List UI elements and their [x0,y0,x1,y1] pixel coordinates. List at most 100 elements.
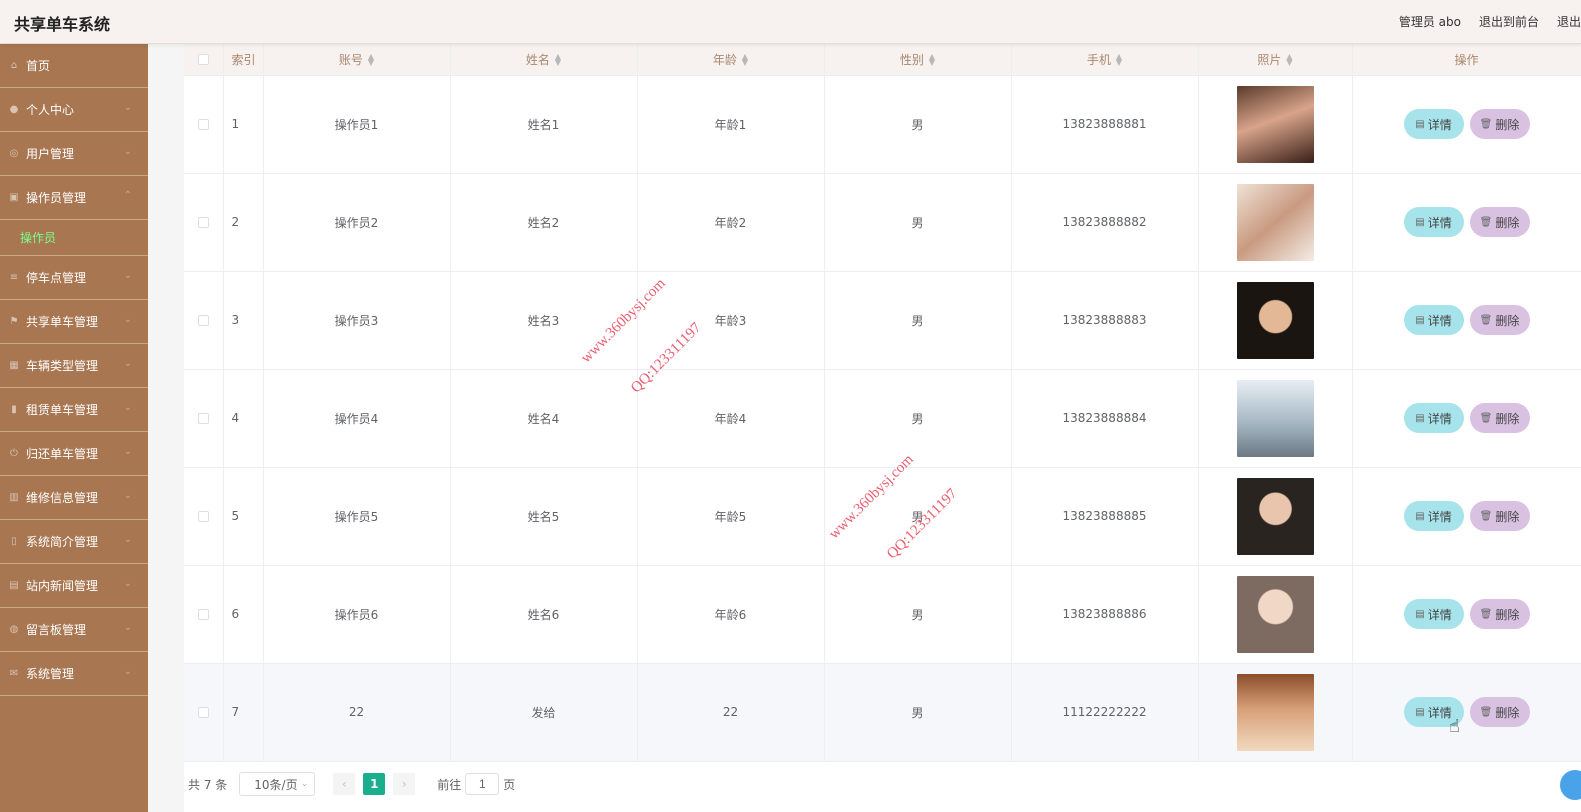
sort-icon: ▲ ▼ [1286,52,1293,68]
detail-button-label: 详情 [1427,313,1452,328]
cell-age: 年龄1 [637,75,825,174]
logout-link[interactable]: 退出 [1557,13,1581,30]
row-checkbox[interactable] [197,217,209,228]
column-header-age[interactable]: 年龄 ▲ ▼ [637,44,825,76]
column-header-label: 照片 [1257,52,1282,67]
cell-phone: 11122222222 [1011,663,1199,762]
sidebar-item-system-intro-management[interactable]: ▯ 系统简介管理 ⌄ [0,520,148,564]
column-header-phone[interactable]: 手机 ▲ ▼ [1011,44,1199,76]
sort-icon: ▲ ▼ [554,52,562,68]
sidebar-item-label: 站内新闻管理 [26,579,99,593]
detail-button[interactable]: ▤ 详情 [1403,501,1464,531]
column-header-label: 年龄 [712,52,737,67]
column-header-name[interactable]: 姓名 ▲ ▼ [450,44,638,76]
row-select-cell [184,565,224,664]
trash-icon: 🗑 [1479,118,1493,130]
cell-photo [1198,467,1353,566]
detail-button[interactable]: ▤ 详情 [1403,109,1464,139]
table-row: 3 操作员3 姓名3 年龄3 男 13823888883 ▤ 详情 🗑 删除 [184,271,1581,370]
goto-page: 前往 页 [437,773,515,795]
delete-button[interactable]: 🗑 删除 [1469,207,1530,237]
row-checkbox[interactable] [197,315,209,326]
chevron-down-icon: ⌄ [123,270,132,281]
detail-button-label: 详情 [1427,607,1452,622]
select-all-checkbox[interactable] [197,54,209,66]
chevron-down-icon: ⌄ [123,314,132,325]
next-page-button[interactable]: › [393,773,416,795]
page-number-current[interactable]: 1 [363,773,386,795]
detail-button[interactable]: ▤ 详情 [1403,305,1464,335]
row-checkbox[interactable] [197,707,209,718]
detail-button[interactable]: ▤ 详情 [1403,207,1464,237]
sidebar-item-operator-management[interactable]: ▣ 操作员管理 ⌃ [0,176,148,220]
detail-button[interactable]: ▤ 详情 [1403,403,1464,433]
prev-page-button[interactable]: ‹ [333,773,356,795]
delete-button[interactable]: 🗑 删除 [1469,599,1530,629]
detail-button-label: 详情 [1427,509,1452,524]
cell-actions: ▤ 详情 🗑 删除 [1352,75,1581,174]
delete-button-label: 删除 [1495,509,1520,524]
sidebar-item-label: 用户管理 [26,147,75,161]
sidebar-item-parking-management[interactable]: ≡ 停车点管理 ⌄ [0,256,148,300]
grid-icon: ▦ [9,360,19,371]
row-checkbox[interactable] [197,119,209,130]
table-header-row: 索引 账号 ▲ ▼ 姓名 ▲ ▼ 年龄 ▲ ▼ 性别 ▲ ▼ 手机 ▲ ▼ 照片 ▲ ▼ 操作 [184,44,1581,76]
sidebar-item-system-management[interactable]: ✉ 系统管理 ⌄ [0,652,148,696]
cell-actions: ▤ 详情 🗑 删除 [1352,663,1581,762]
sidebar-item-label: 操作员管理 [26,191,87,205]
cell-photo [1198,173,1353,272]
trash-icon: 🗑 [1479,608,1493,620]
sidebar-item-bike-management[interactable]: ⚑ 共享单车管理 ⌄ [0,300,148,344]
detail-button-label: 详情 [1427,411,1452,426]
row-checkbox[interactable] [197,609,209,620]
stats-icon: ▥ [9,492,19,503]
row-checkbox[interactable] [197,511,209,522]
sidebar-item-label: 首页 [26,59,51,73]
hand-cursor-icon: ☝ [1449,716,1460,737]
document-icon: ▤ [1415,412,1425,424]
sidebar-item-vehicle-type-management[interactable]: ▦ 车辆类型管理 ⌄ [0,344,148,388]
sidebar-item-news-management[interactable]: ▤ 站内新闻管理 ⌄ [0,564,148,608]
delete-button[interactable]: 🗑 删除 [1469,305,1530,335]
sidebar-subitem-operator[interactable]: 操作员 [0,220,148,256]
operator-icon: ▣ [9,192,19,203]
delete-button[interactable]: 🗑 删除 [1469,697,1530,727]
main-content: 索引 账号 ▲ ▼ 姓名 ▲ ▼ 年龄 ▲ ▼ 性别 ▲ ▼ 手机 ▲ ▼ 照片 ▲ ▼ 操作 1 操作… [184,44,1581,812]
pagination-total: 共 7 条 [188,777,228,792]
sidebar-item-rental-management[interactable]: ▮ 租赁单车管理 ⌄ [0,388,148,432]
row-checkbox[interactable] [197,413,209,424]
column-header-gender[interactable]: 性别 ▲ ▼ [824,44,1012,76]
goto-page-input[interactable] [465,773,500,795]
column-header-photo[interactable]: 照片 ▲ ▼ [1198,44,1353,76]
sidebar-item-repair-management[interactable]: ▥ 维修信息管理 ⌄ [0,476,148,520]
cell-account: 操作员4 [263,369,451,468]
phone-icon: ▯ [11,536,17,547]
detail-button[interactable]: ▤ 详情 [1403,599,1464,629]
operator-photo [1236,477,1314,555]
operator-photo [1236,85,1314,163]
delete-button[interactable]: 🗑 删除 [1469,403,1530,433]
delete-button[interactable]: 🗑 删除 [1469,501,1530,531]
exit-front-link[interactable]: 退出到前台 [1479,13,1539,30]
sidebar-item-message-board-management[interactable]: ◍ 留言板管理 ⌄ [0,608,148,652]
page-size-select[interactable]: 10条/页 ⌄ [239,772,316,796]
select-all-cell [184,44,224,76]
column-header-account[interactable]: 账号 ▲ ▼ [263,44,451,76]
sidebar-item-home[interactable]: ⌂ 首页 [0,44,148,88]
chevron-down-icon: ⌄ [123,534,132,545]
pagination: 共 7 条 10条/页⌄ ‹ 1 › 前往 页 [188,770,515,798]
cell-account: 操作员1 [263,75,451,174]
operator-table: 索引 账号 ▲ ▼ 姓名 ▲ ▼ 年龄 ▲ ▼ 性别 ▲ ▼ 手机 ▲ ▼ 照片 ▲ ▼ 操作 1 操作… [184,44,1581,762]
sidebar-item-user-management[interactable]: ◎ 用户管理 ⌄ [0,132,148,176]
operator-photo [1236,673,1314,751]
news-icon: ▤ [9,580,19,591]
sidebar-item-personal-center[interactable]: ● 个人中心 ⌄ [0,88,148,132]
document-icon: ▤ [1415,510,1425,522]
cell-age: 22 [637,663,825,762]
sidebar-item-return-management[interactable]: ⏻ 归还单车管理 ⌄ [0,432,148,476]
table-row: 2 操作员2 姓名2 年龄2 男 13823888882 ▤ 详情 🗑 删除 [184,173,1581,272]
delete-button[interactable]: 🗑 删除 [1469,109,1530,139]
cell-phone: 13823888884 [1011,369,1199,468]
sidebar-item-label: 归还单车管理 [26,447,99,461]
cell-phone: 13823888882 [1011,173,1199,272]
